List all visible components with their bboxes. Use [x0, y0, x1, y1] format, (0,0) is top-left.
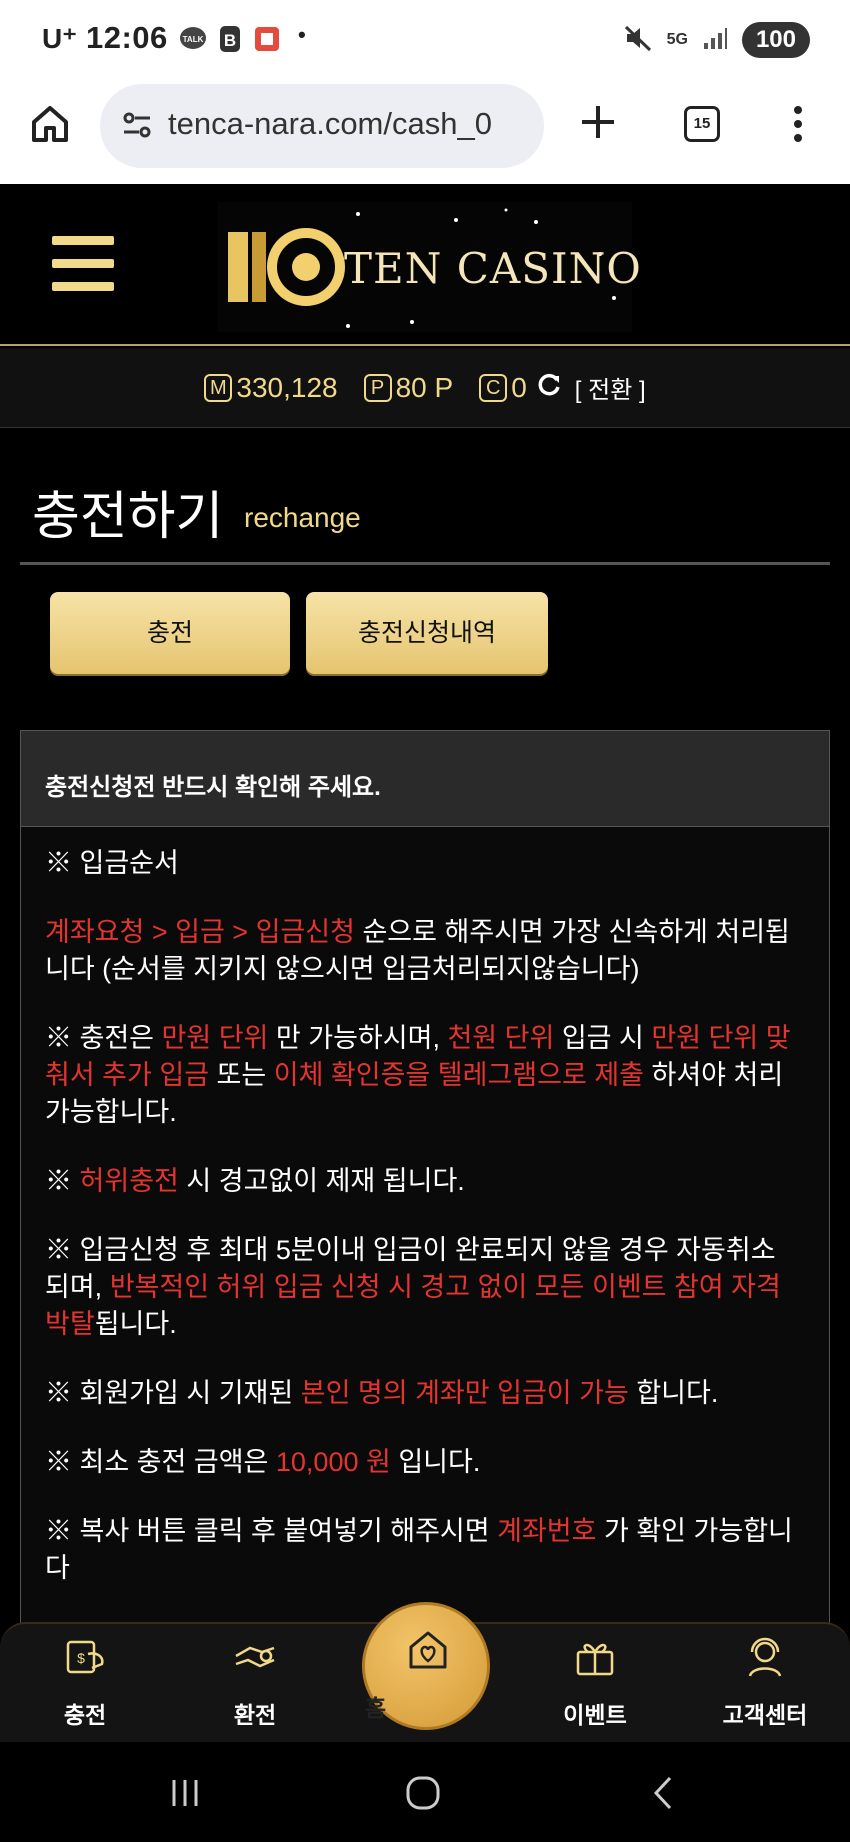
signal-icon — [702, 25, 728, 55]
notice-highlight: 본인 명의 계좌만 입금이 가능 — [300, 1378, 629, 1408]
new-tab-icon[interactable] — [578, 102, 618, 146]
nav-exchange-label: 환전 — [233, 1702, 277, 1728]
nav-recharge[interactable]: $ 충전 — [30, 1624, 140, 1744]
notice-copy-account: ※ 복사 버튼 클릭 후 붙여넣기 해주시면 계좌번호 가 확인 가능합니다 — [45, 1513, 805, 1587]
network-type-label: 5G — [666, 31, 688, 48]
notice-text: 만 가능하시며, — [268, 1023, 448, 1053]
point-balance: P 80 P — [363, 371, 454, 404]
logo-text: TEN CASINO — [344, 244, 642, 293]
b-notification-icon: B — [218, 24, 242, 54]
home-heart-icon — [405, 1627, 451, 1673]
svg-text:$: $ — [77, 1650, 85, 1666]
money-value: 330,128 — [236, 371, 338, 403]
notice-highlight: 계좌번호 — [497, 1516, 597, 1546]
casino-value: 0 — [511, 371, 527, 403]
recharge-icon: $ — [62, 1634, 108, 1680]
notice-minimum-amount: ※ 최소 충전 금액은 10,000 원 입니다. — [45, 1444, 805, 1481]
carrier-label: U⁺ — [42, 23, 77, 54]
url-text: tenca-nara.com/cash_0 — [168, 106, 492, 141]
svg-text:TALK: TALK — [183, 35, 204, 44]
notice-deposit-order: 계좌요청 > 입금 > 입금신청 순으로 해주시면 가장 신속하게 처리됩니다 … — [45, 914, 805, 988]
point-value: 80 P — [395, 371, 454, 403]
notice-text: ※ 회원가입 시 기재된 — [45, 1378, 301, 1408]
battery-indicator: 100 — [741, 22, 810, 58]
notice-text: 입니다. — [390, 1447, 481, 1477]
site-header: TEN CASINO — [0, 184, 850, 346]
url-bar[interactable]: tenca-nara.com/cash_0 — [100, 84, 544, 168]
support-agent-icon — [742, 1634, 788, 1680]
logo[interactable]: TEN CASINO — [218, 202, 641, 332]
browser-toolbar: tenca-nara.com/cash_0 15 — [0, 80, 850, 184]
site-settings-icon[interactable] — [120, 108, 154, 146]
hamburger-menu-icon[interactable] — [52, 236, 114, 294]
browser-menu-icon[interactable] — [790, 104, 806, 148]
app-notification-icon — [252, 24, 282, 54]
recharge-history-tab-button[interactable]: 충전신청내역 — [306, 592, 548, 674]
notice-false-recharge: ※ 허위충전 시 경고없이 제재 됩니다. — [45, 1163, 805, 1200]
casino-balance: C 0 — [479, 372, 527, 404]
gift-icon — [572, 1634, 618, 1680]
svg-text:B: B — [224, 31, 236, 50]
clock: 12:06 — [86, 20, 168, 55]
back-icon[interactable] — [648, 1774, 678, 1816]
title-divider — [20, 562, 830, 565]
convert-button[interactable]: [ 전환 ] — [575, 370, 646, 405]
casino-badge-icon: C — [479, 373, 508, 402]
notice-text: 또는 — [209, 1060, 274, 1090]
notice-text: 합니다. — [628, 1378, 719, 1408]
notice-text: 됩니다. — [94, 1309, 177, 1339]
notice-highlight: 10,000 원 — [275, 1447, 391, 1477]
nav-event-label: 이벤트 — [563, 1702, 627, 1728]
system-navigation-bar — [0, 1742, 850, 1842]
notice-auto-cancel: ※ 입금신청 후 최대 5분이내 입금이 완료되지 않을 경우 자동취소 되며,… — [45, 1232, 805, 1343]
nav-home-button[interactable]: 홈 — [362, 1602, 490, 1730]
tab-switcher-button[interactable]: 15 — [684, 106, 720, 142]
notice-text: ※ 복사 버튼 클릭 후 붙여넣기 해주시면 — [45, 1516, 498, 1546]
notice-unit-rule: ※ 충전은 만원 단위 만 가능하시며, 천원 단위 입금 시 만원 단위 맞춰… — [45, 1020, 805, 1131]
nav-support-label: 고객센터 — [722, 1702, 808, 1728]
nav-recharge-label: 충전 — [63, 1702, 107, 1728]
recent-apps-icon[interactable] — [168, 1776, 202, 1814]
nav-support[interactable]: 고객센터 — [710, 1624, 820, 1744]
mute-icon — [623, 23, 653, 57]
notice-body: ※ 입금순서 계좌요청 > 입금 > 입금신청 순으로 해주시면 가장 신속하게… — [21, 827, 829, 1587]
notice-text: 입금 시 — [554, 1023, 652, 1053]
page-title: 충전하기 — [32, 488, 224, 546]
notice-heading: 충전신청전 반드시 확인해 주세요. — [21, 731, 829, 827]
more-notifications-dot-icon: • — [298, 22, 306, 47]
nav-exchange[interactable]: 환전 — [200, 1624, 310, 1744]
home-icon[interactable] — [28, 102, 72, 150]
balance-bar: M 330,128 P 80 P C 0 [ 전환 ] — [0, 348, 850, 428]
page-subtitle: rechange — [244, 502, 361, 533]
notice-highlight: 만원 단위 — [161, 1023, 269, 1053]
home-circle-icon[interactable] — [404, 1774, 442, 1816]
talk-notification-icon: TALK — [178, 24, 208, 54]
refresh-icon[interactable] — [535, 370, 563, 405]
money-balance: M 330,128 — [204, 371, 338, 404]
recharge-tab-button[interactable]: 충전 — [50, 592, 290, 674]
notice-text: ※ 충전은 — [45, 1023, 162, 1053]
notice-deposit-order-title: ※ 입금순서 — [45, 848, 179, 878]
status-bar: U⁺ 12:06 TALK B • 5G 100 — [0, 0, 850, 80]
notice-text: ※ 최소 충전 금액은 — [45, 1447, 276, 1477]
notice-highlight: 이체 확인증을 텔레그램으로 제출 — [273, 1060, 644, 1090]
notice-text: 시 경고없이 제재 됩니다. — [178, 1166, 465, 1196]
notice-text: ※ — [45, 1166, 80, 1196]
notice-highlight: 계좌요청 > 입금 > 입금신청 — [45, 917, 355, 947]
exchange-icon — [232, 1634, 278, 1680]
money-badge-icon: M — [204, 373, 233, 402]
notice-highlight: 허위충전 — [79, 1166, 179, 1196]
nav-home-label: 홈 — [365, 1695, 387, 1721]
notice-own-account: ※ 회원가입 시 기재된 본인 명의 계좌만 입금이 가능 합니다. — [45, 1375, 805, 1412]
nav-event[interactable]: 이벤트 — [540, 1624, 650, 1744]
point-badge-icon: P — [363, 373, 392, 402]
notice-highlight: 천원 단위 — [447, 1023, 555, 1053]
